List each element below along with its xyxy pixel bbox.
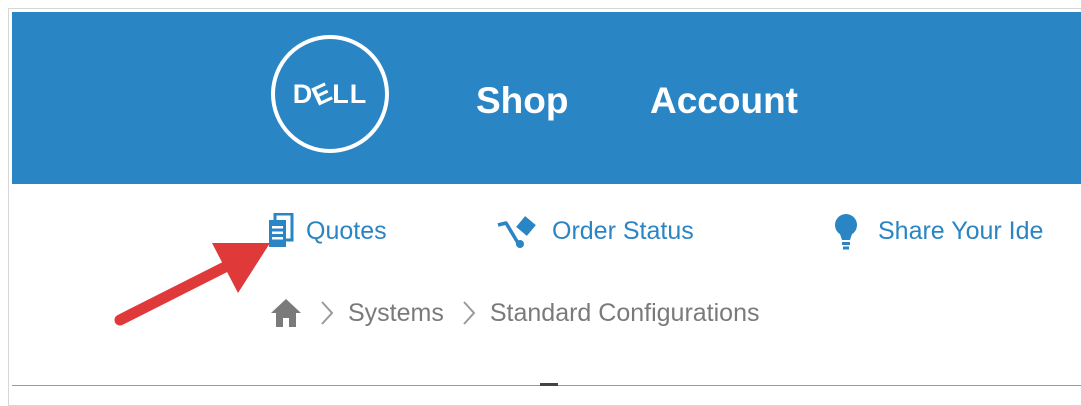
breadcrumb: Systems Standard Configurations [270,296,759,330]
document-list-icon [269,213,294,247]
lightbulb-icon [835,214,857,250]
breadcrumb-standard-configurations[interactable]: Standard Configurations [490,299,760,328]
dell-logo-text: DELL [292,75,368,112]
subnav-share-idea[interactable]: Share Your Ide [826,213,1044,250]
subnav-order-status-label: Order Status [552,216,694,245]
divider-tick [540,383,558,386]
home-icon [271,299,301,327]
hand-truck-icon [497,216,536,248]
dell-logo[interactable]: DELL [271,35,389,153]
breadcrumb-systems[interactable]: Systems [348,299,444,328]
subnav-share-idea-label: Share Your Ide [878,216,1044,245]
chevron-right-icon [320,300,334,326]
dell-masthead: DELL Shop Account [12,12,1081,184]
nav-account[interactable]: Account [650,80,798,122]
nav-shop[interactable]: Shop [476,80,568,122]
subnav-quotes-label: Quotes [306,216,387,245]
subnav-order-status[interactable]: Order Status [496,213,694,249]
breadcrumb-home[interactable] [270,298,302,328]
chevron-right-icon [462,300,476,326]
subnav-quotes[interactable]: Quotes [268,213,387,249]
